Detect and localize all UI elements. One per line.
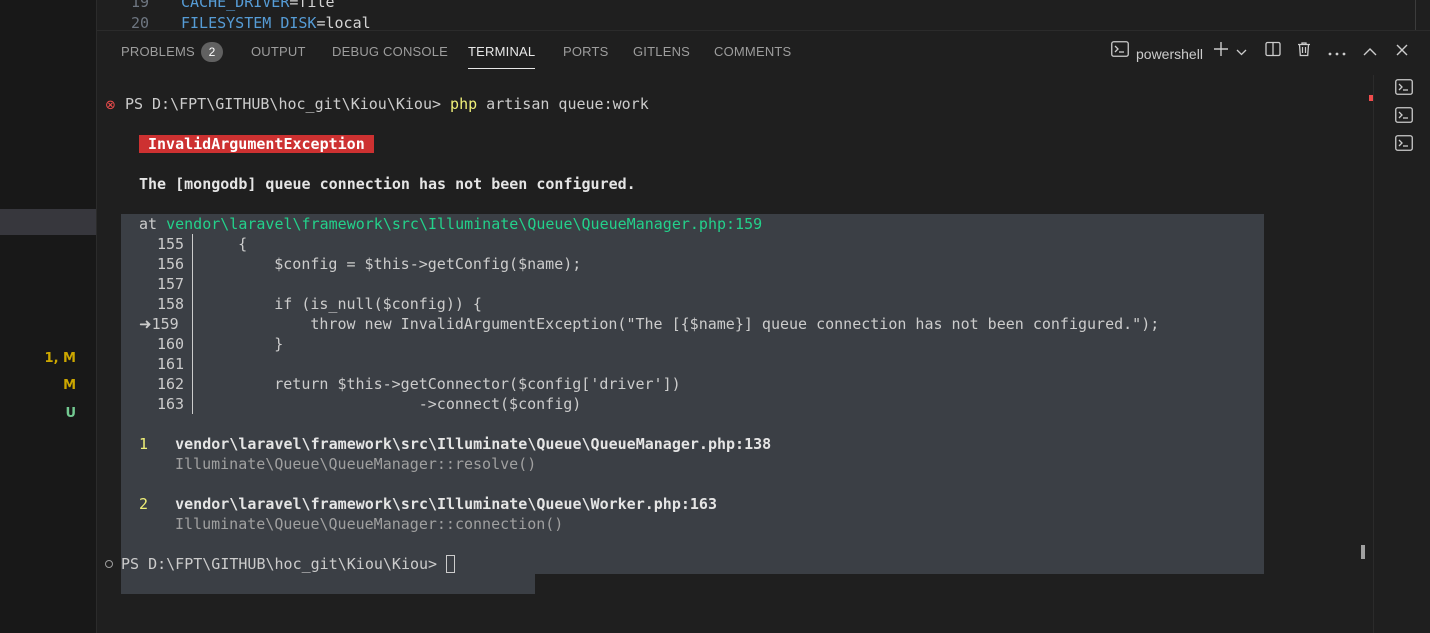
text-selection bbox=[121, 574, 535, 594]
scm-status-1: 1, M bbox=[44, 351, 76, 366]
selected-file-row[interactable] bbox=[0, 209, 96, 235]
close-icon[interactable] bbox=[1394, 41, 1410, 63]
code-line-text: return $this->getConnector($config['driv… bbox=[202, 375, 681, 393]
trace-frame-1-call: Illuminate\Queue\QueueManager::resolve() bbox=[175, 455, 537, 473]
tab-terminal[interactable]: TERMINAL bbox=[468, 44, 536, 69]
terminal-list-divider bbox=[1373, 75, 1374, 633]
code-line-number: ➜159 bbox=[139, 315, 179, 333]
exception-message: The [mongodb] queue connection has not b… bbox=[139, 175, 636, 193]
exception-line: InvalidArgumentException bbox=[139, 134, 374, 154]
code-line: CACHE_DRIVER=file bbox=[181, 0, 335, 11]
more-icon[interactable] bbox=[1327, 41, 1347, 63]
tab-problems[interactable]: PROBLEMS bbox=[121, 44, 195, 59]
tab-debug-console[interactable]: DEBUG CONSOLE bbox=[332, 44, 448, 59]
code-gutter-divider bbox=[192, 234, 193, 414]
final-prompt: PS D:\FPT\GITHUB\hoc_git\Kiou\Kiou> bbox=[121, 554, 456, 574]
problems-count-badge: 2 bbox=[201, 42, 223, 62]
terminal-list-item-1[interactable] bbox=[1395, 79, 1413, 99]
chevron-down-icon[interactable] bbox=[1235, 41, 1247, 63]
code-line-number: 162 bbox=[157, 375, 185, 393]
split-icon[interactable] bbox=[1264, 41, 1282, 63]
bottom-panel: PROBLEMS 2 OUTPUT DEBUG CONSOLE TERMINAL… bbox=[97, 30, 1430, 633]
terminal-list-item-2[interactable] bbox=[1395, 107, 1413, 127]
shell-label[interactable]: powershell bbox=[1136, 46, 1203, 62]
code-line-number: 163 bbox=[157, 395, 185, 413]
terminal-list-item-3[interactable] bbox=[1395, 135, 1413, 155]
terminal-cursor bbox=[446, 555, 456, 573]
terminal-scrollbar-thumb[interactable] bbox=[1361, 545, 1365, 559]
trash-icon[interactable] bbox=[1295, 41, 1313, 63]
command-status-icon[interactable] bbox=[105, 560, 113, 568]
trace-frame-1: 1 vendor\laravel\framework\src\Illuminat… bbox=[139, 435, 772, 453]
code-line-number: 158 bbox=[157, 295, 185, 313]
line-number: 19 bbox=[130, 0, 149, 11]
panel-tabs: PROBLEMS 2 OUTPUT DEBUG CONSOLE TERMINAL… bbox=[97, 31, 1430, 75]
line-number: 20 bbox=[130, 14, 149, 30]
code-line-text: { bbox=[202, 235, 248, 253]
scm-status-3: U bbox=[65, 406, 76, 421]
trace-frame-2-call: Illuminate\Queue\QueueManager::connectio… bbox=[175, 515, 564, 533]
code-line-text: if (is_null($config)) { bbox=[202, 295, 482, 313]
tab-gitlens[interactable]: GITLENS bbox=[633, 44, 690, 59]
code-line-number: 160 bbox=[157, 335, 185, 353]
terminal-icon bbox=[1395, 135, 1413, 151]
scm-status-2: M bbox=[63, 378, 76, 393]
code-line-text: } bbox=[202, 335, 284, 353]
maximize-icon[interactable] bbox=[1362, 41, 1378, 63]
command-line: ⊗ PS D:\FPT\GITHUB\hoc_git\Kiou\Kiou> ph… bbox=[105, 95, 649, 113]
terminal-output[interactable]: ⊗ PS D:\FPT\GITHUB\hoc_git\Kiou\Kiou> ph… bbox=[97, 75, 1373, 633]
vscode-window: 1, M M U 19 CACHE_DRIVER=file 20 FILESYS… bbox=[0, 0, 1430, 633]
editor-area[interactable]: 19 CACHE_DRIVER=file 20 FILESYSTEM_DISK=… bbox=[97, 0, 1430, 30]
plus-icon[interactable] bbox=[1212, 41, 1230, 63]
code-line-text: throw new InvalidArgumentException("The … bbox=[202, 315, 1160, 333]
code-line-text: $config = $this->getConfig($name); bbox=[202, 255, 582, 273]
tab-comments[interactable]: COMMENTS bbox=[714, 44, 791, 59]
exception-badge: InvalidArgumentException bbox=[139, 135, 374, 153]
terminal-icon bbox=[1395, 79, 1413, 95]
code-line-text: ->connect($config) bbox=[202, 395, 582, 413]
exception-location: at vendor\laravel\framework\src\Illumina… bbox=[139, 215, 763, 233]
terminal-icon[interactable] bbox=[1110, 41, 1130, 63]
editor-scrollbar[interactable] bbox=[1415, 0, 1416, 30]
code-line-number: 155 bbox=[157, 235, 185, 253]
code-line: FILESYSTEM_DISK=local bbox=[181, 14, 371, 30]
current-line-arrow-icon: ➜ bbox=[139, 315, 152, 333]
error-status-icon[interactable]: ⊗ bbox=[105, 98, 116, 113]
code-line-number: 161 bbox=[157, 355, 185, 373]
code-line-number: 157 bbox=[157, 275, 185, 293]
code-line-number: 156 bbox=[157, 255, 185, 273]
explorer-sidebar: 1, M M U bbox=[0, 0, 97, 633]
tab-output[interactable]: OUTPUT bbox=[251, 44, 306, 59]
trace-frame-2: 2 vendor\laravel\framework\src\Illuminat… bbox=[139, 495, 717, 513]
tab-ports[interactable]: PORTS bbox=[563, 44, 609, 59]
terminal-icon bbox=[1395, 107, 1413, 123]
